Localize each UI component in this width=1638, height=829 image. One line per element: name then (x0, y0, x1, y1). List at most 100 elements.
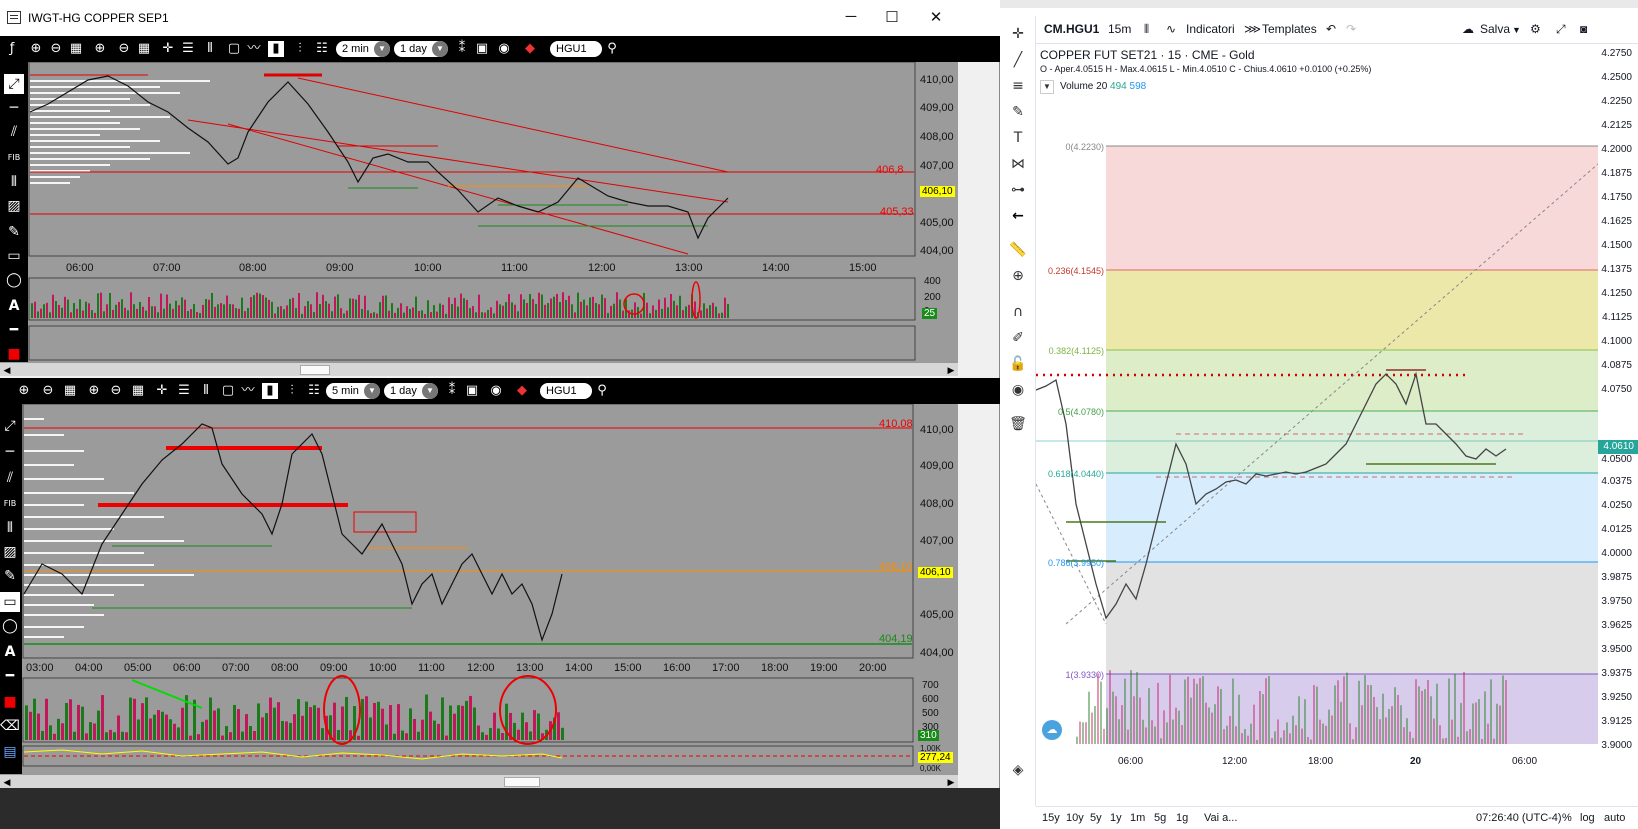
goto-date-button[interactable]: Vai a... (1204, 812, 1237, 824)
indicator-icon[interactable]: ⁑ (454, 41, 470, 57)
indicators-icon[interactable]: ∿ (1166, 22, 1176, 36)
close-button[interactable]: ✕ (921, 8, 951, 28)
crosshair-icon[interactable]: ✛ (160, 41, 176, 57)
horizontal-line-icon[interactable]: ─ (4, 98, 24, 118)
line-chart-icon[interactable]: 〰 (246, 41, 262, 57)
zoom-y-icon[interactable]: ⊖ (108, 383, 124, 399)
period-select[interactable]: 1 day ▼ (384, 383, 438, 399)
pencil-icon[interactable]: ✎ (0, 566, 20, 586)
tv-interval[interactable]: 15m (1108, 22, 1131, 36)
undo-icon[interactable]: ↶ (1326, 22, 1336, 36)
eye-icon[interactable]: ◉ (1008, 380, 1028, 400)
draw-line-icon[interactable]: ⤢ (4, 74, 24, 94)
indicator-icon[interactable]: ⁑ (444, 383, 460, 399)
trendline-icon[interactable]: ╱ (1008, 50, 1028, 70)
zoom-icon[interactable]: ⊕ (1008, 266, 1028, 286)
gann-icon[interactable]: ▨ (0, 542, 20, 562)
save-icon[interactable]: ▣ (474, 41, 490, 57)
zoom-x-icon[interactable]: ⊕ (86, 383, 102, 399)
list-icon[interactable]: ☰ (180, 41, 196, 57)
pattern-icon[interactable]: ⋈ (1008, 154, 1028, 174)
color-icon[interactable]: ◆ (514, 383, 530, 399)
tv-chart-area[interactable]: 0(4.2230) 0.236(4.1545) 0.382(4.1125) 0.… (1036, 44, 1598, 806)
fit-icon[interactable]: ▦ (130, 383, 146, 399)
tv-clock[interactable]: 07:26:40 (UTC-4) (1476, 812, 1562, 824)
templates-button[interactable]: Templates (1262, 22, 1317, 36)
line-width-icon[interactable]: ━ (0, 666, 20, 686)
scroll-left-icon[interactable]: ◀ (0, 363, 14, 377)
minimize-button[interactable]: ─ (836, 8, 866, 28)
ruler-icon[interactable]: 📏 (1008, 240, 1028, 260)
text-icon[interactable]: A (0, 642, 20, 662)
scroll-thumb[interactable] (300, 365, 330, 375)
rectangle-icon[interactable]: ▭ (4, 246, 24, 266)
frame-icon[interactable]: ▢ (226, 41, 242, 57)
brush-icon[interactable]: ✎ (1008, 102, 1028, 122)
ellipse-icon[interactable]: ◯ (0, 616, 20, 636)
range-5y[interactable]: 5y (1090, 812, 1102, 824)
symbol-input[interactable]: HGU1 (540, 383, 592, 399)
zoom-out-icon[interactable]: ⊖ (48, 41, 64, 57)
save-button[interactable]: Salva (1480, 22, 1510, 36)
save-icon[interactable]: ▣ (464, 383, 480, 399)
range-5g[interactable]: 5g (1154, 812, 1166, 824)
range-10y[interactable]: 10y (1066, 812, 1084, 824)
frame-icon[interactable]: ▢ (220, 383, 236, 399)
color-picker-icon[interactable]: ■ (0, 692, 20, 712)
scroll-right-icon[interactable]: ▶ (944, 363, 958, 377)
search-icon[interactable]: ⚲ (604, 41, 620, 57)
cursor-icon[interactable]: ✛ (1008, 24, 1028, 44)
properties-icon[interactable]: ☷ (306, 383, 322, 399)
bottom-chart-scrollbar[interactable]: ◀ ▶ (0, 774, 958, 788)
zoom-x-icon[interactable]: ⊕ (92, 41, 108, 57)
eraser-icon[interactable]: ⌫ (0, 716, 20, 736)
interval-select[interactable]: 2 min ▼ (336, 41, 390, 57)
interval-select[interactable]: 5 min ▼ (326, 383, 380, 399)
list-icon[interactable]: ☰ (176, 383, 192, 399)
fib-retracement-icon[interactable]: ≡ (1008, 76, 1028, 96)
log-toggle[interactable]: log (1580, 812, 1595, 824)
text-icon[interactable]: A (4, 296, 24, 316)
vertical-lines-icon[interactable]: ⦀ (4, 172, 24, 192)
symbol-input[interactable]: HGU1 (550, 41, 602, 57)
layers-icon[interactable]: ◈ (1008, 760, 1028, 780)
auto-toggle[interactable]: auto (1604, 812, 1625, 824)
zoom-in-icon[interactable]: ⊕ (28, 41, 44, 57)
bars-icon[interactable]: ⦀ (202, 41, 218, 57)
calendar-icon[interactable]: ▤ (0, 742, 20, 762)
zoom-y-icon[interactable]: ⊖ (116, 41, 132, 57)
line-chart-icon[interactable]: 〰 (240, 383, 256, 399)
range-1g[interactable]: 1g (1176, 812, 1188, 824)
rectangle-icon[interactable]: ▭ (0, 592, 20, 612)
percent-toggle[interactable]: % (1562, 812, 1572, 824)
pencil-icon[interactable]: ✎ (4, 222, 24, 242)
lock-drawing-icon[interactable]: ✐ (1008, 328, 1028, 348)
refresh-icon[interactable]: ◉ (496, 41, 512, 57)
fullscreen-icon[interactable]: ⤢ (1556, 22, 1566, 37)
zoom-out-icon[interactable]: ⊖ (40, 383, 56, 399)
crosshair-icon[interactable]: ✛ (154, 383, 170, 399)
projection-icon[interactable]: ⊶ (1008, 180, 1028, 200)
scroll-right-icon[interactable]: ▶ (944, 775, 958, 789)
range-1y[interactable]: 1y (1110, 812, 1122, 824)
settings-icon[interactable]: ⚙ (1530, 22, 1541, 36)
candles-icon[interactable]: ▮ (262, 383, 278, 399)
period-select[interactable]: 1 day ▼ (394, 41, 448, 57)
back-arrow-icon[interactable]: ← (1008, 206, 1028, 226)
formula-icon[interactable]: ƒ (4, 41, 20, 57)
search-icon[interactable]: ⚲ (594, 383, 610, 399)
color-icon[interactable]: ◆ (522, 41, 538, 57)
draw-line-icon[interactable]: ⤢ (0, 416, 20, 436)
lock-icon[interactable]: 🔓 (1008, 354, 1028, 374)
grid-icon[interactable]: ▦ (62, 383, 78, 399)
camera-icon[interactable]: ◙ (1580, 22, 1587, 36)
tv-chart-svg[interactable]: 0(4.2230) 0.236(4.1545) 0.382(4.1125) 0.… (1036, 44, 1598, 806)
ellipse-icon[interactable]: ◯ (4, 270, 24, 290)
top-chart-svg[interactable] (28, 62, 958, 368)
fit-icon[interactable]: ▦ (136, 41, 152, 57)
scroll-left-icon[interactable]: ◀ (0, 775, 14, 789)
bar-chart-icon[interactable]: ⫶ (292, 41, 308, 57)
top-chart-scrollbar[interactable]: ◀ ▶ (0, 362, 958, 376)
fibonacci-icon[interactable]: FIB (4, 148, 24, 168)
chart-type-icon[interactable]: ⫴ (1144, 22, 1149, 37)
